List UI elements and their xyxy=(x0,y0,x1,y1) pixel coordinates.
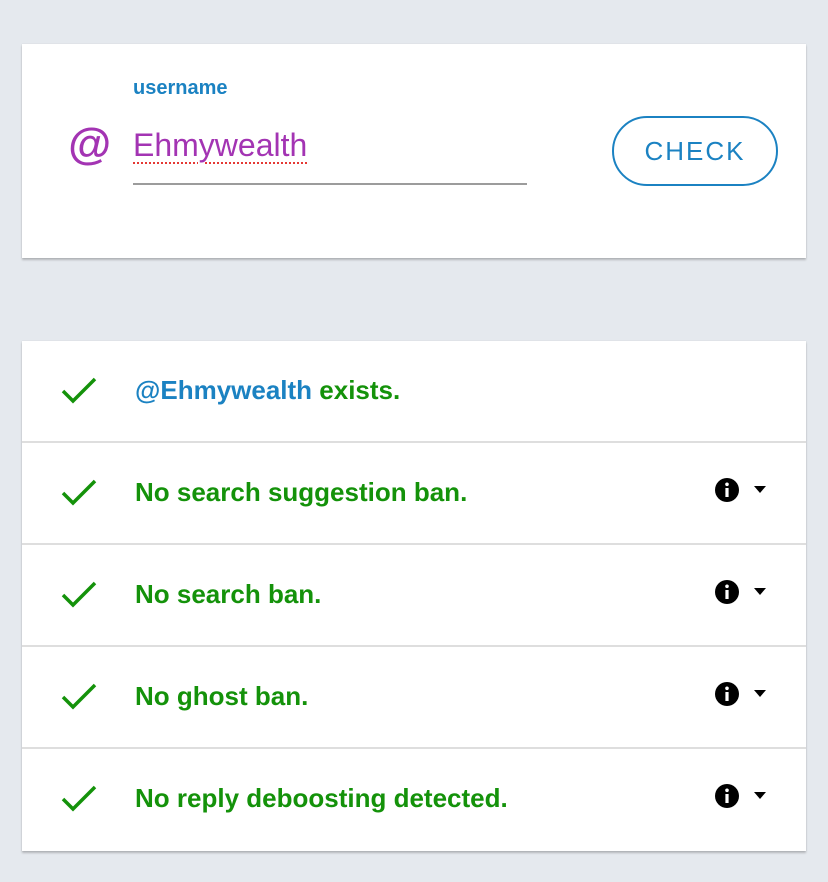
exists-suffix: exists. xyxy=(312,375,401,405)
info-icon xyxy=(715,478,739,502)
info-icon xyxy=(715,682,739,706)
username-handle: @Ehmywealth xyxy=(135,375,313,405)
check-button[interactable]: CHECK xyxy=(612,116,778,186)
username-label: username xyxy=(133,77,228,99)
result-text-exists: @Ehmywealth exists. xyxy=(135,373,400,407)
result-text: No reply deboosting detected. xyxy=(135,783,508,813)
check-icon xyxy=(61,785,97,812)
caret-down-icon xyxy=(754,792,766,799)
check-icon xyxy=(61,581,97,608)
info-dropdown-toggle[interactable] xyxy=(714,783,776,809)
result-text: No search ban. xyxy=(135,579,322,609)
result-text: No search suggestion ban. xyxy=(135,477,468,507)
result-row-reply-deboosting: No reply deboosting detected. xyxy=(22,749,806,851)
username-input-value: Ehmywealth xyxy=(133,127,308,163)
info-dropdown-toggle[interactable] xyxy=(714,477,776,503)
result-row-exists: @Ehmywealth exists. xyxy=(22,341,806,443)
info-icon xyxy=(715,580,739,604)
result-row-ghost-ban: No ghost ban. xyxy=(22,647,806,749)
result-text: No ghost ban. xyxy=(135,681,309,711)
info-dropdown-toggle[interactable] xyxy=(714,579,776,605)
caret-down-icon xyxy=(754,690,766,697)
check-icon xyxy=(61,377,97,404)
info-icon xyxy=(715,784,739,808)
caret-down-icon xyxy=(754,588,766,595)
check-icon xyxy=(61,683,97,710)
check-icon xyxy=(61,479,97,506)
result-row-search-ban: No search ban. xyxy=(22,545,806,647)
info-dropdown-toggle[interactable] xyxy=(714,681,776,707)
at-icon: @ xyxy=(67,120,111,169)
caret-down-icon xyxy=(754,486,766,493)
result-row-search-suggestion-ban: No search suggestion ban. xyxy=(22,443,806,545)
results-card: @Ehmywealth exists. No search suggestion… xyxy=(22,341,806,851)
username-input[interactable]: Ehmywealth xyxy=(133,123,527,185)
